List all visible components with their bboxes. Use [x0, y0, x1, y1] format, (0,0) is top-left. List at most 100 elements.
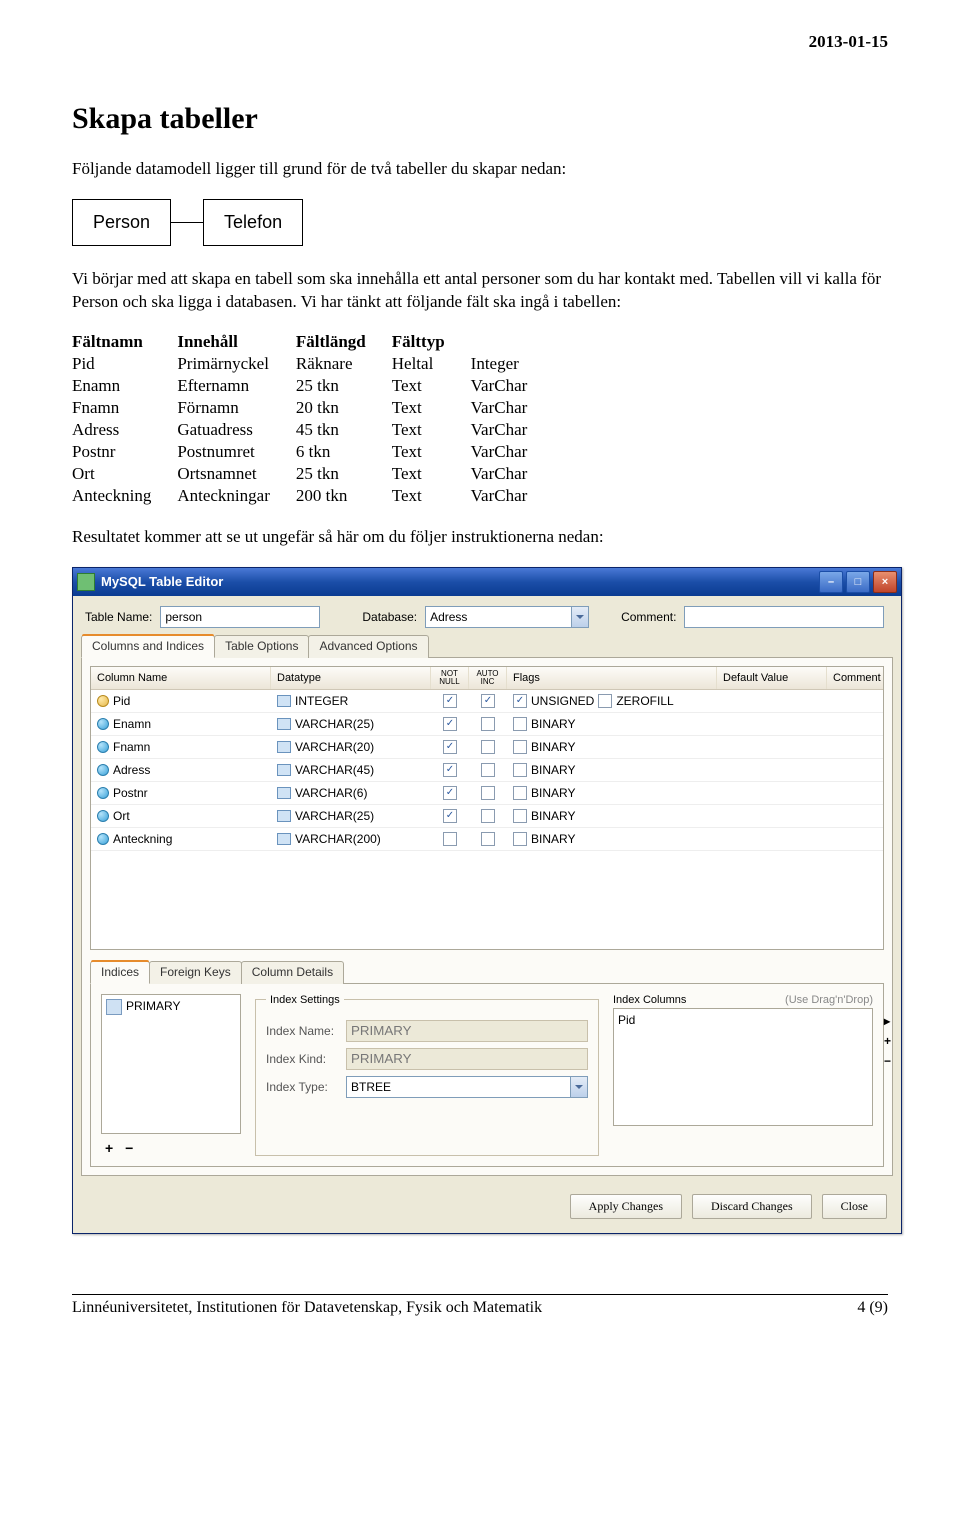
datatype-icon	[277, 764, 291, 776]
table-name-input[interactable]	[160, 606, 320, 628]
flag-label: BINARY	[531, 763, 575, 777]
datatype-icon	[277, 833, 291, 845]
index-columns-box[interactable]: Pid	[613, 1008, 873, 1126]
checkbox-icon[interactable]	[481, 717, 495, 731]
minus-icon[interactable]: −	[884, 1054, 891, 1068]
index-column-row[interactable]: Pid	[618, 1013, 868, 1027]
checkbox-icon[interactable]	[481, 740, 495, 754]
head-auto-inc: AUTOINC	[469, 667, 507, 689]
checkbox-icon[interactable]: ✓	[513, 694, 527, 708]
er-entity-person: Person	[72, 199, 171, 246]
field-table-row: AnteckningAnteckningar200 tknTextVarChar	[72, 486, 553, 508]
column-icon	[97, 764, 109, 776]
key-icon	[97, 695, 109, 707]
checkbox-icon[interactable]	[513, 809, 527, 823]
comment-input[interactable]	[684, 606, 884, 628]
datatype-value: VARCHAR(25)	[295, 717, 374, 731]
grid-row[interactable]: EnamnVARCHAR(25)✓BINARY	[91, 713, 883, 736]
checkbox-icon[interactable]: ✓	[443, 786, 457, 800]
datatype-value: VARCHAR(20)	[295, 740, 374, 754]
checkbox-icon[interactable]	[598, 694, 612, 708]
checkbox-icon[interactable]: ✓	[443, 763, 457, 777]
flag-label: BINARY	[531, 832, 575, 846]
field-table-header	[471, 332, 554, 354]
minimize-button[interactable]: –	[819, 571, 843, 593]
page: 2013-01-15 Skapa tabeller Följande datam…	[0, 0, 960, 1337]
apply-changes-button[interactable]: Apply Changes	[570, 1194, 682, 1219]
checkbox-icon[interactable]: ✓	[481, 694, 495, 708]
grid-row[interactable]: AnteckningVARCHAR(200)BINARY	[91, 828, 883, 851]
er-relation-line	[171, 222, 203, 223]
checkbox-icon[interactable]	[513, 717, 527, 731]
checkbox-icon[interactable]	[513, 832, 527, 846]
column-name: Adress	[113, 763, 150, 777]
checkbox-icon[interactable]	[481, 763, 495, 777]
index-icon	[106, 999, 122, 1015]
checkbox-icon[interactable]	[513, 740, 527, 754]
grid-empty-area[interactable]	[91, 851, 883, 949]
discard-changes-button[interactable]: Discard Changes	[692, 1194, 812, 1219]
flag-label: ZEROFILL	[616, 694, 673, 708]
tab-table-options[interactable]: Table Options	[214, 635, 309, 658]
checkbox-icon[interactable]	[481, 786, 495, 800]
field-table-row: PidPrimärnyckelRäknareHeltalInteger	[72, 354, 553, 376]
checkbox-icon[interactable]: ✓	[443, 809, 457, 823]
close-button[interactable]: Close	[822, 1194, 887, 1219]
index-list[interactable]: PRIMARY	[101, 994, 241, 1134]
grid-row[interactable]: FnamnVARCHAR(20)✓BINARY	[91, 736, 883, 759]
tab-foreign-keys[interactable]: Foreign Keys	[149, 961, 242, 984]
tab-advanced-options[interactable]: Advanced Options	[308, 635, 428, 658]
intro-paragraph: Följande datamodell ligger till grund fö…	[72, 158, 888, 181]
database-value: Adress	[430, 610, 467, 624]
field-table-row: AdressGatuadress45 tknTextVarChar	[72, 420, 553, 442]
checkbox-icon[interactable]	[443, 832, 457, 846]
grid-row[interactable]: OrtVARCHAR(25)✓BINARY	[91, 805, 883, 828]
datatype-value: VARCHAR(200)	[295, 832, 381, 846]
columns-grid[interactable]: Column Name Datatype NOTNULL AUTOINC Fla…	[90, 666, 884, 950]
index-name-input	[346, 1020, 588, 1042]
checkbox-icon[interactable]	[481, 832, 495, 846]
head-column-name: Column Name	[91, 667, 271, 689]
grid-row[interactable]: PostnrVARCHAR(6)✓BINARY	[91, 782, 883, 805]
field-table-header: Fältnamn	[72, 332, 177, 354]
subpanel-indices: PRIMARY + − Index Settings Index Name: I…	[90, 983, 884, 1167]
checkbox-icon[interactable]: ✓	[443, 740, 457, 754]
result-paragraph: Resultatet kommer att se ut ungefär så h…	[72, 526, 888, 549]
checkbox-icon[interactable]: ✓	[443, 694, 457, 708]
field-table-row: PostnrPostnumret6 tknTextVarChar	[72, 442, 553, 464]
flag-label: BINARY	[531, 740, 575, 754]
checkbox-icon[interactable]	[513, 786, 527, 800]
index-add-remove[interactable]: + −	[101, 1140, 241, 1156]
window-close-button[interactable]: ×	[873, 571, 897, 593]
column-icon	[97, 833, 109, 845]
titlebar: MySQL Table Editor – □ ×	[73, 568, 901, 596]
database-select[interactable]: Adress	[425, 606, 589, 628]
window-title: MySQL Table Editor	[101, 574, 819, 589]
datatype-icon	[277, 718, 291, 730]
flag-label: UNSIGNED	[531, 694, 594, 708]
column-name: Postnr	[113, 786, 148, 800]
head-comment: Comment	[827, 667, 887, 689]
database-label: Database:	[362, 610, 417, 624]
head-flags: Flags	[507, 667, 717, 689]
checkbox-icon[interactable]	[513, 763, 527, 777]
index-type-select[interactable]: BTREE	[346, 1076, 588, 1098]
index-kind-input	[346, 1048, 588, 1070]
chevron-down-icon	[570, 1077, 587, 1097]
index-type-label: Index Type:	[266, 1080, 338, 1094]
tab-indices[interactable]: Indices	[90, 961, 150, 984]
index-settings-legend: Index Settings	[266, 994, 344, 1006]
field-table-row: FnamnFörnamn20 tknTextVarChar	[72, 398, 553, 420]
checkbox-icon[interactable]	[481, 809, 495, 823]
index-name-label: Index Name:	[266, 1024, 338, 1038]
index-column-reorder[interactable]: ▸ + −	[884, 1014, 891, 1068]
head-default: Default Value	[717, 667, 827, 689]
maximize-button[interactable]: □	[846, 571, 870, 593]
tab-column-details[interactable]: Column Details	[241, 961, 344, 984]
grid-row[interactable]: AdressVARCHAR(45)✓BINARY	[91, 759, 883, 782]
checkbox-icon[interactable]: ✓	[443, 717, 457, 731]
grid-row[interactable]: PidINTEGER✓✓✓UNSIGNEDZEROFILL	[91, 690, 883, 713]
tab-columns-indices[interactable]: Columns and Indices	[81, 635, 215, 658]
plus-icon[interactable]: +	[884, 1034, 891, 1048]
column-name: Ort	[113, 809, 130, 823]
